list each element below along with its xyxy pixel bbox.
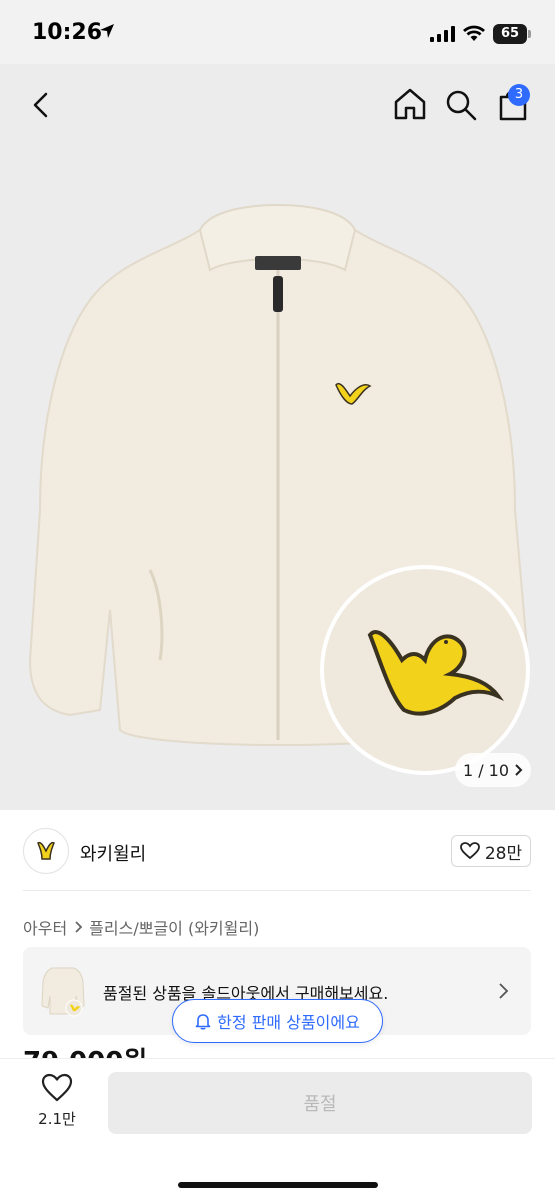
product-image [28,203,530,775]
brand-logo-icon [37,841,55,860]
home-icon[interactable] [392,86,428,122]
status-time: 10:26 [32,20,103,45]
wishlist-count: 2.1만 [38,1110,76,1128]
wishlist-heart-icon[interactable] [41,1073,73,1103]
wifi-icon [463,25,485,41]
search-icon[interactable] [444,88,478,122]
home-indicator[interactable] [178,1182,378,1188]
page-indicator-label: 1 / 10 [462,760,510,780]
chevron-right-icon [499,983,509,999]
breadcrumb-level2[interactable]: 플리스/뽀글이 (와키윌리) [89,915,259,939]
heart-icon [459,842,480,860]
status-bar: 10:26 65 [0,0,555,64]
limited-sale-badge[interactable]: 한정 판매 상품이에요 [172,999,383,1043]
brand-name[interactable]: 와키윌리 [80,840,146,866]
bell-icon [195,1014,211,1030]
breadcrumb-level1[interactable]: 아우터 [23,915,67,939]
cart-count-badge: 3 [508,84,530,106]
brand-like-button[interactable]: 28만 [451,835,531,867]
battery-indicator: 65 [493,24,527,44]
battery-nub [528,30,531,38]
brand-like-count: 28만 [484,843,523,864]
back-icon[interactable] [26,88,56,122]
location-arrow-icon [100,24,114,38]
soldout-thumbnail [41,967,85,1017]
chevron-right-icon [75,921,83,933]
breadcrumb: 아우터 플리스/뽀글이 (와키윌리) [23,915,259,939]
limited-sale-text: 한정 판매 상품이에요 [217,1013,360,1032]
divider [23,890,531,891]
soldout-purchase-button[interactable]: 품절 [108,1072,532,1134]
chevron-right-icon [515,764,523,776]
gallery-page-indicator[interactable]: 1 / 10 [455,753,531,787]
product-price: 79,000원 [23,1045,147,1059]
cellular-signal-icon [430,26,455,42]
brand-logo[interactable] [23,828,69,874]
